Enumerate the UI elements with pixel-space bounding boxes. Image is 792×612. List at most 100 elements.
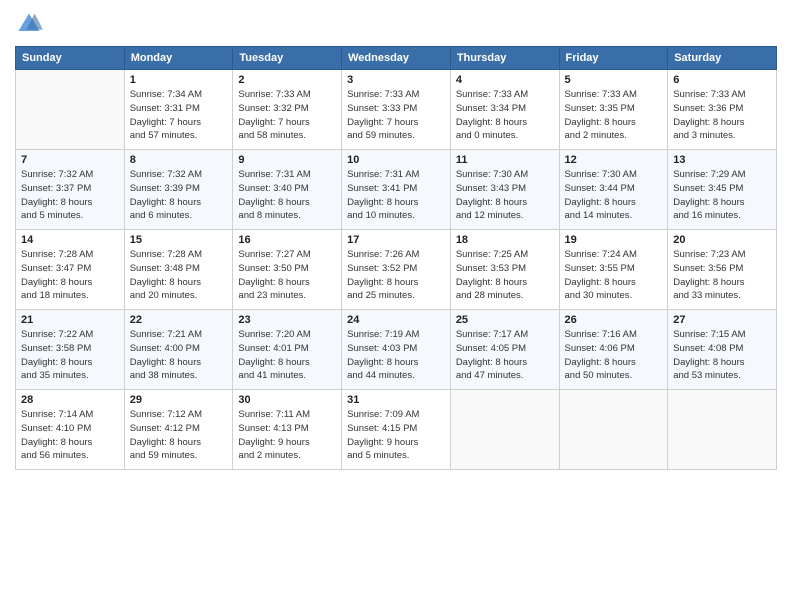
day-info: Sunrise: 7:17 AM Sunset: 4:05 PM Dayligh…	[456, 328, 554, 383]
calendar-cell: 8 Sunrise: 7:32 AM Sunset: 3:39 PM Daylig…	[124, 150, 233, 230]
day-number: 14	[21, 234, 119, 246]
week-row-3: 14 Sunrise: 7:28 AM Sunset: 3:47 PM Dayli…	[16, 230, 777, 310]
calendar-cell: 31 Sunrise: 7:09 AM Sunset: 4:15 PM Dayli…	[342, 390, 451, 470]
week-row-1: 1Sunrise: 7:34 AM Sunset: 3:31 PM Daylig…	[16, 70, 777, 150]
day-number: 11	[456, 154, 554, 166]
calendar-cell: 26 Sunrise: 7:16 AM Sunset: 4:06 PM Dayli…	[559, 310, 668, 390]
calendar-cell	[450, 390, 559, 470]
day-number: 27	[673, 314, 771, 326]
calendar-cell: 9 Sunrise: 7:31 AM Sunset: 3:40 PM Daylig…	[233, 150, 342, 230]
day-number: 26	[565, 314, 663, 326]
header	[15, 10, 777, 38]
calendar-cell	[16, 70, 125, 150]
calendar-cell: 13 Sunrise: 7:29 AM Sunset: 3:45 PM Dayli…	[668, 150, 777, 230]
calendar-table: SundayMondayTuesdayWednesdayThursdayFrid…	[15, 46, 777, 470]
day-info: Sunrise: 7:16 AM Sunset: 4:06 PM Dayligh…	[565, 328, 663, 383]
weekday-header-thursday: Thursday	[450, 47, 559, 70]
calendar-cell: 28 Sunrise: 7:14 AM Sunset: 4:10 PM Dayli…	[16, 390, 125, 470]
calendar-cell: 5 Sunrise: 7:33 AM Sunset: 3:35 PM Daylig…	[559, 70, 668, 150]
calendar-cell: 19Sunrise: 7:24 AM Sunset: 3:55 PM Dayli…	[559, 230, 668, 310]
day-info: Sunrise: 7:20 AM Sunset: 4:01 PM Dayligh…	[238, 328, 336, 383]
calendar-cell: 18 Sunrise: 7:25 AM Sunset: 3:53 PM Dayli…	[450, 230, 559, 310]
calendar-cell: 11 Sunrise: 7:30 AM Sunset: 3:43 PM Dayli…	[450, 150, 559, 230]
day-info: Sunrise: 7:24 AM Sunset: 3:55 PM Dayligh…	[565, 248, 663, 303]
day-info: Sunrise: 7:15 AM Sunset: 4:08 PM Dayligh…	[673, 328, 771, 383]
day-info: Sunrise: 7:09 AM Sunset: 4:15 PM Dayligh…	[347, 408, 445, 463]
day-number: 23	[238, 314, 336, 326]
day-number: 21	[21, 314, 119, 326]
day-number: 12	[565, 154, 663, 166]
calendar-cell: 10Sunrise: 7:31 AM Sunset: 3:41 PM Dayli…	[342, 150, 451, 230]
day-info: Sunrise: 7:22 AM Sunset: 3:58 PM Dayligh…	[21, 328, 119, 383]
day-number: 18	[456, 234, 554, 246]
logo	[15, 10, 47, 38]
day-info: Sunrise: 7:19 AM Sunset: 4:03 PM Dayligh…	[347, 328, 445, 383]
weekday-header-saturday: Saturday	[668, 47, 777, 70]
calendar-cell: 23 Sunrise: 7:20 AM Sunset: 4:01 PM Dayli…	[233, 310, 342, 390]
day-info: Sunrise: 7:31 AM Sunset: 3:40 PM Dayligh…	[238, 168, 336, 223]
day-info: Sunrise: 7:33 AM Sunset: 3:33 PM Dayligh…	[347, 88, 445, 143]
day-number: 28	[21, 394, 119, 406]
day-info: Sunrise: 7:34 AM Sunset: 3:31 PM Dayligh…	[130, 88, 228, 143]
day-info: Sunrise: 7:32 AM Sunset: 3:39 PM Dayligh…	[130, 168, 228, 223]
day-number: 10	[347, 154, 445, 166]
day-info: Sunrise: 7:30 AM Sunset: 3:43 PM Dayligh…	[456, 168, 554, 223]
calendar-cell	[668, 390, 777, 470]
day-number: 30	[238, 394, 336, 406]
day-number: 16	[238, 234, 336, 246]
weekday-header-monday: Monday	[124, 47, 233, 70]
day-number: 5	[565, 74, 663, 86]
calendar-cell: 20 Sunrise: 7:23 AM Sunset: 3:56 PM Dayli…	[668, 230, 777, 310]
calendar-cell	[559, 390, 668, 470]
weekday-header-sunday: Sunday	[16, 47, 125, 70]
day-info: Sunrise: 7:33 AM Sunset: 3:35 PM Dayligh…	[565, 88, 663, 143]
day-info: Sunrise: 7:27 AM Sunset: 3:50 PM Dayligh…	[238, 248, 336, 303]
day-info: Sunrise: 7:25 AM Sunset: 3:53 PM Dayligh…	[456, 248, 554, 303]
calendar-cell: 12 Sunrise: 7:30 AM Sunset: 3:44 PM Dayli…	[559, 150, 668, 230]
calendar-cell: 21 Sunrise: 7:22 AM Sunset: 3:58 PM Dayli…	[16, 310, 125, 390]
calendar-cell: 30 Sunrise: 7:11 AM Sunset: 4:13 PM Dayli…	[233, 390, 342, 470]
day-number: 4	[456, 74, 554, 86]
day-info: Sunrise: 7:23 AM Sunset: 3:56 PM Dayligh…	[673, 248, 771, 303]
logo-icon	[15, 10, 43, 38]
week-row-2: 7 Sunrise: 7:32 AM Sunset: 3:37 PM Daylig…	[16, 150, 777, 230]
weekday-header-wednesday: Wednesday	[342, 47, 451, 70]
day-number: 7	[21, 154, 119, 166]
day-info: Sunrise: 7:33 AM Sunset: 3:34 PM Dayligh…	[456, 88, 554, 143]
day-info: Sunrise: 7:33 AM Sunset: 3:36 PM Dayligh…	[673, 88, 771, 143]
day-info: Sunrise: 7:33 AM Sunset: 3:32 PM Dayligh…	[238, 88, 336, 143]
week-row-4: 21 Sunrise: 7:22 AM Sunset: 3:58 PM Dayli…	[16, 310, 777, 390]
calendar-cell: 27 Sunrise: 7:15 AM Sunset: 4:08 PM Dayli…	[668, 310, 777, 390]
calendar-cell: 14 Sunrise: 7:28 AM Sunset: 3:47 PM Dayli…	[16, 230, 125, 310]
day-info: Sunrise: 7:26 AM Sunset: 3:52 PM Dayligh…	[347, 248, 445, 303]
day-info: Sunrise: 7:28 AM Sunset: 3:47 PM Dayligh…	[21, 248, 119, 303]
day-number: 15	[130, 234, 228, 246]
day-info: Sunrise: 7:21 AM Sunset: 4:00 PM Dayligh…	[130, 328, 228, 383]
weekday-header-friday: Friday	[559, 47, 668, 70]
day-number: 3	[347, 74, 445, 86]
weekday-header-row: SundayMondayTuesdayWednesdayThursdayFrid…	[16, 47, 777, 70]
calendar-cell: 22Sunrise: 7:21 AM Sunset: 4:00 PM Dayli…	[124, 310, 233, 390]
day-number: 9	[238, 154, 336, 166]
day-number: 20	[673, 234, 771, 246]
week-row-5: 28 Sunrise: 7:14 AM Sunset: 4:10 PM Dayli…	[16, 390, 777, 470]
day-number: 31	[347, 394, 445, 406]
calendar-cell: 7 Sunrise: 7:32 AM Sunset: 3:37 PM Daylig…	[16, 150, 125, 230]
day-number: 2	[238, 74, 336, 86]
day-info: Sunrise: 7:30 AM Sunset: 3:44 PM Dayligh…	[565, 168, 663, 223]
calendar-cell: 4 Sunrise: 7:33 AM Sunset: 3:34 PM Daylig…	[450, 70, 559, 150]
day-number: 13	[673, 154, 771, 166]
day-info: Sunrise: 7:32 AM Sunset: 3:37 PM Dayligh…	[21, 168, 119, 223]
day-number: 17	[347, 234, 445, 246]
calendar-cell: 17 Sunrise: 7:26 AM Sunset: 3:52 PM Dayli…	[342, 230, 451, 310]
page-container: SundayMondayTuesdayWednesdayThursdayFrid…	[0, 0, 792, 612]
day-info: Sunrise: 7:29 AM Sunset: 3:45 PM Dayligh…	[673, 168, 771, 223]
day-number: 25	[456, 314, 554, 326]
calendar-cell: 2 Sunrise: 7:33 AM Sunset: 3:32 PM Daylig…	[233, 70, 342, 150]
day-info: Sunrise: 7:28 AM Sunset: 3:48 PM Dayligh…	[130, 248, 228, 303]
calendar-cell: 25 Sunrise: 7:17 AM Sunset: 4:05 PM Dayli…	[450, 310, 559, 390]
day-info: Sunrise: 7:14 AM Sunset: 4:10 PM Dayligh…	[21, 408, 119, 463]
day-info: Sunrise: 7:11 AM Sunset: 4:13 PM Dayligh…	[238, 408, 336, 463]
day-number: 29	[130, 394, 228, 406]
day-number: 8	[130, 154, 228, 166]
